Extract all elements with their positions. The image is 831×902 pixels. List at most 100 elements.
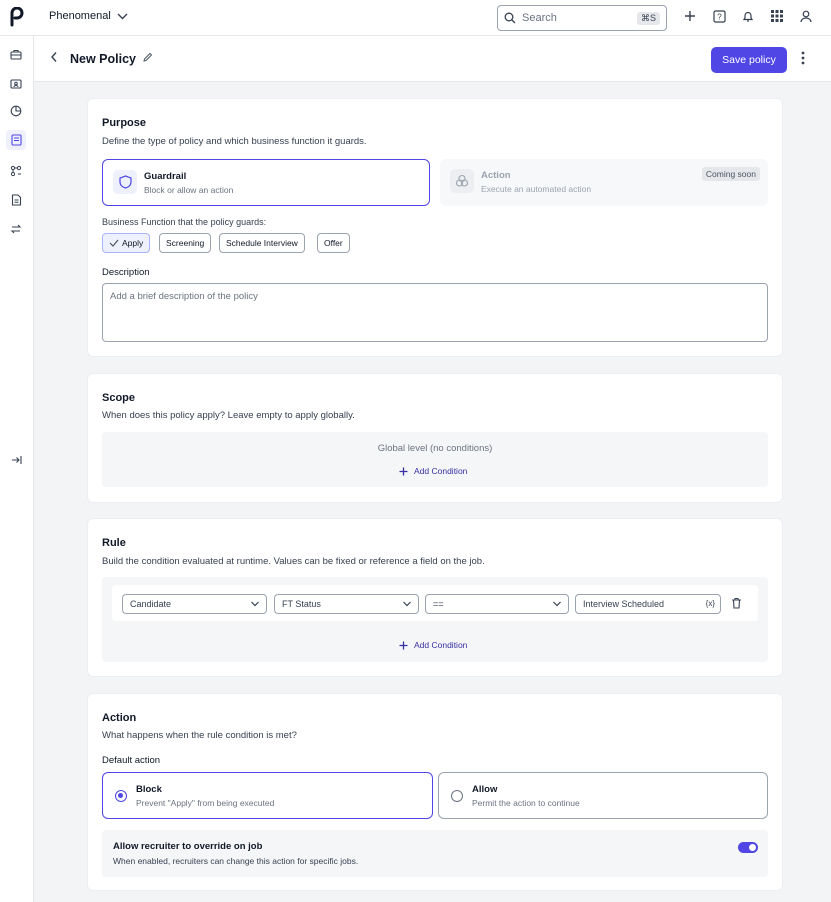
action-title: Action bbox=[481, 170, 511, 181]
guardrail-option[interactable]: Guardrail Block or allow an action bbox=[102, 159, 430, 206]
purpose-title: Purpose bbox=[102, 117, 147, 129]
guardrail-desc: Block or allow an action bbox=[144, 185, 234, 195]
rule-title: Rule bbox=[102, 537, 126, 549]
action-card: Action What happens when the rule condit… bbox=[87, 693, 783, 891]
rule-conditions-box: Candidate FT Status == Interview Schedul… bbox=[102, 577, 768, 662]
chip-schedule-interview[interactable]: Schedule Interview bbox=[219, 233, 305, 253]
block-desc: Prevent "Apply" from being executed bbox=[136, 798, 275, 808]
chip-apply[interactable]: Apply bbox=[102, 233, 151, 253]
expand-rail-icon[interactable] bbox=[6, 450, 26, 470]
field-select-value: FT Status bbox=[282, 599, 321, 609]
check-icon bbox=[109, 239, 119, 247]
plus-icon bbox=[399, 467, 408, 475]
purpose-subtitle: Define the type of policy and which busi… bbox=[102, 136, 367, 147]
condition-row: Candidate FT Status == Interview Schedul… bbox=[112, 585, 758, 621]
rule-add-condition-label: Add Condition bbox=[414, 640, 468, 650]
field-reference-toggle[interactable]: {x} bbox=[706, 599, 715, 608]
policy-document-icon[interactable] bbox=[6, 130, 26, 150]
action-section-subtitle: What happens when the rule condition is … bbox=[102, 730, 297, 741]
scope-title: Scope bbox=[102, 392, 136, 404]
search-icon bbox=[504, 12, 516, 24]
chevron-down-icon bbox=[251, 601, 259, 607]
block-title: Block bbox=[136, 784, 162, 795]
override-desc: When enabled, recruiters can change this… bbox=[113, 856, 359, 866]
block-radio[interactable] bbox=[115, 790, 127, 802]
more-options-icon[interactable] bbox=[801, 51, 805, 65]
id-card-icon[interactable] bbox=[6, 73, 26, 93]
chip-schedule-interview-label: Schedule Interview bbox=[226, 238, 298, 248]
briefcase-icon[interactable] bbox=[6, 44, 26, 64]
left-nav-rail bbox=[0, 36, 34, 902]
allow-radio[interactable] bbox=[451, 790, 463, 802]
user-profile-icon[interactable] bbox=[798, 8, 814, 24]
action-option: Action Execute an automated action Comin… bbox=[440, 159, 768, 206]
top-bar: Phenomenal Search ⌘S ? bbox=[0, 0, 831, 36]
business-function-label: Business Function that the policy guards… bbox=[102, 217, 267, 227]
search-input[interactable]: Search ⌘S bbox=[497, 5, 667, 31]
pie-chart-icon[interactable] bbox=[6, 101, 26, 121]
transfer-icon[interactable] bbox=[6, 219, 26, 239]
scope-subtitle: When does this policy apply? Leave empty… bbox=[102, 410, 355, 421]
operator-select-value: == bbox=[433, 599, 444, 609]
file-text-icon[interactable] bbox=[6, 190, 26, 210]
org-switcher[interactable]: Phenomenal bbox=[49, 10, 128, 22]
chip-screening[interactable]: Screening bbox=[159, 233, 212, 253]
scope-card: Scope When does this policy apply? Leave… bbox=[87, 373, 783, 503]
value-input-text: Interview Scheduled bbox=[583, 599, 665, 609]
circles-icon bbox=[450, 169, 474, 193]
default-action-label: Default action bbox=[102, 755, 161, 766]
help-icon[interactable]: ? bbox=[711, 8, 727, 24]
trash-icon[interactable] bbox=[731, 597, 742, 609]
chip-apply-label: Apply bbox=[122, 238, 144, 248]
rule-add-condition-button[interactable]: Add Condition bbox=[399, 640, 467, 650]
chip-offer[interactable]: Offer bbox=[317, 233, 350, 253]
value-input[interactable]: Interview Scheduled {x} bbox=[575, 594, 721, 614]
svg-text:?: ? bbox=[717, 12, 722, 21]
chevron-down-icon bbox=[403, 601, 411, 607]
shield-icon bbox=[113, 170, 137, 194]
chevron-down-icon bbox=[117, 13, 128, 19]
rule-subtitle: Build the condition evaluated at runtime… bbox=[102, 556, 485, 567]
search-shortcut: ⌘S bbox=[636, 11, 660, 25]
rule-card: Rule Build the condition evaluated at ru… bbox=[87, 518, 783, 677]
edit-pencil-icon[interactable] bbox=[142, 52, 153, 63]
scope-conditions-box: Global level (no conditions) Add Conditi… bbox=[102, 432, 768, 487]
global-level-text: Global level (no conditions) bbox=[377, 443, 493, 454]
description-textarea[interactable]: Add a brief description of the policy bbox=[102, 283, 768, 342]
apps-grid-icon[interactable] bbox=[769, 8, 785, 24]
scope-add-condition-label: Add Condition bbox=[414, 466, 468, 476]
business-function-chips: Apply Screening Schedule Interview Offer bbox=[102, 233, 402, 253]
page-header: New Policy Save policy bbox=[34, 36, 831, 82]
page-title: New Policy bbox=[70, 52, 136, 66]
coming-soon-badge: Coming soon bbox=[701, 167, 760, 181]
allow-desc: Permit the action to continue bbox=[472, 798, 580, 808]
description-label: Description bbox=[102, 267, 150, 278]
override-toggle[interactable] bbox=[738, 842, 758, 853]
plus-icon bbox=[399, 641, 408, 649]
override-title: Allow recruiter to override on job bbox=[113, 841, 263, 852]
chip-screening-label: Screening bbox=[166, 238, 205, 248]
allow-option[interactable]: Allow Permit the action to continue bbox=[438, 772, 768, 819]
chip-offer-label: Offer bbox=[324, 238, 343, 248]
allow-title: Allow bbox=[472, 784, 498, 795]
action-desc: Execute an automated action bbox=[481, 184, 592, 194]
guardrail-title: Guardrail bbox=[144, 171, 187, 182]
plus-icon[interactable] bbox=[682, 8, 698, 24]
save-policy-button[interactable]: Save policy bbox=[711, 47, 787, 73]
purpose-card: Purpose Define the type of policy and wh… bbox=[87, 98, 783, 357]
search-placeholder: Search bbox=[522, 12, 557, 24]
scope-add-condition-button[interactable]: Add Condition bbox=[399, 466, 467, 476]
action-section-title: Action bbox=[102, 712, 137, 724]
override-box: Allow recruiter to override on job When … bbox=[102, 830, 768, 877]
field-select[interactable]: FT Status bbox=[274, 594, 419, 614]
entity-select[interactable]: Candidate bbox=[122, 594, 267, 614]
org-name: Phenomenal bbox=[49, 10, 111, 22]
bell-icon[interactable] bbox=[740, 8, 756, 24]
back-arrow-icon[interactable] bbox=[50, 51, 58, 63]
workflow-icon[interactable] bbox=[6, 161, 26, 181]
entity-select-value: Candidate bbox=[130, 599, 172, 609]
phenom-logo[interactable] bbox=[8, 7, 26, 27]
chevron-down-icon bbox=[553, 601, 561, 607]
block-option[interactable]: Block Prevent "Apply" from being execute… bbox=[102, 772, 433, 819]
operator-select[interactable]: == bbox=[425, 594, 569, 614]
